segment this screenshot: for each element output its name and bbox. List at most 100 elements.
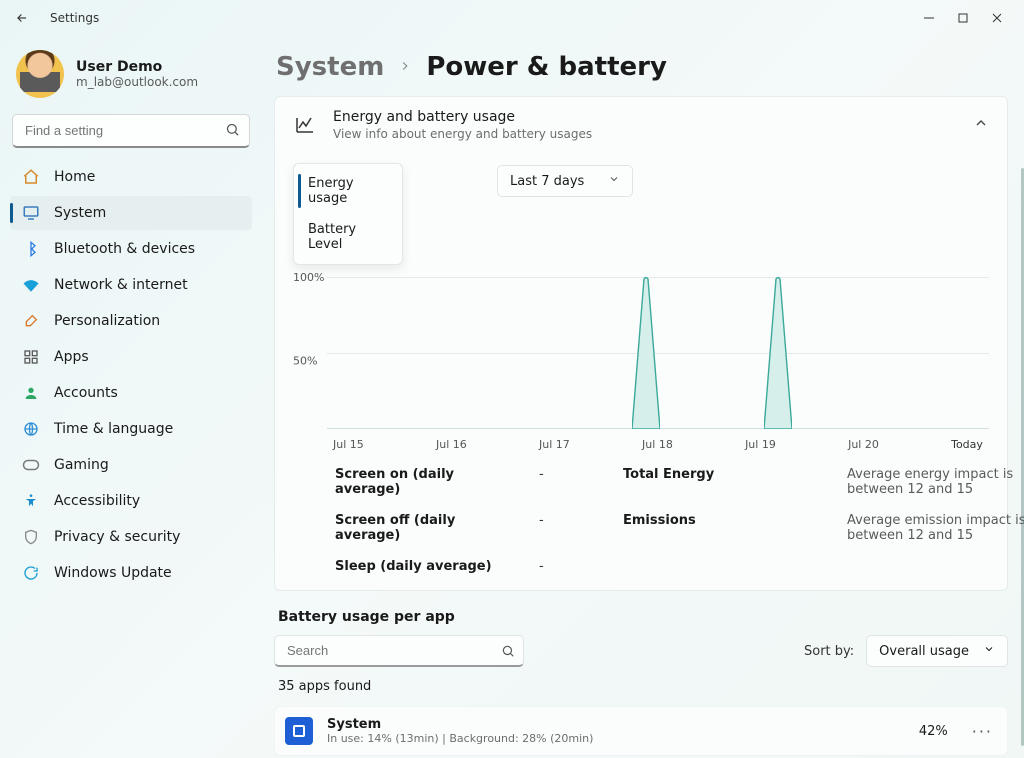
window-close-button[interactable] bbox=[980, 5, 1014, 31]
nav-item-personalization[interactable]: Personalization bbox=[10, 304, 252, 338]
content: System Power & battery Energy and batter… bbox=[262, 36, 1024, 758]
more-button[interactable]: ··· bbox=[968, 720, 997, 743]
titlebar: Settings bbox=[0, 0, 1024, 36]
chevron-down-icon bbox=[608, 173, 620, 189]
nav-item-network[interactable]: Network & internet bbox=[10, 268, 252, 302]
app-name: System bbox=[327, 717, 593, 732]
stat-screen-on-value: - bbox=[539, 467, 599, 497]
energy-panel-title: Energy and battery usage bbox=[333, 109, 592, 125]
stat-sleep-label: Sleep (daily average) bbox=[335, 559, 515, 574]
per-app-search[interactable] bbox=[274, 635, 524, 667]
paintbrush-icon bbox=[22, 312, 40, 330]
profile-block[interactable]: User Demo m_lab@outlook.com bbox=[10, 44, 252, 112]
system-icon bbox=[22, 204, 40, 222]
window-maximize-button[interactable] bbox=[946, 5, 980, 31]
settings-search[interactable] bbox=[12, 114, 250, 148]
nav: Home System Bluetooth & devices Network … bbox=[10, 160, 252, 590]
chart-plot bbox=[327, 277, 989, 429]
profile-email: m_lab@outlook.com bbox=[76, 75, 198, 89]
nav-item-system[interactable]: System bbox=[10, 196, 252, 230]
chevron-up-icon[interactable] bbox=[973, 115, 989, 135]
gamepad-icon bbox=[22, 456, 40, 474]
chart-tabs: Energy usage Battery Level bbox=[293, 163, 403, 265]
nav-label: Windows Update bbox=[54, 565, 172, 581]
avatar bbox=[16, 50, 64, 98]
bluetooth-icon bbox=[22, 240, 40, 258]
nav-item-gaming[interactable]: Gaming bbox=[10, 448, 252, 482]
nav-item-apps[interactable]: Apps bbox=[10, 340, 252, 374]
app-icon bbox=[285, 717, 313, 745]
nav-label: Apps bbox=[54, 349, 89, 365]
window-minimize-button[interactable] bbox=[912, 5, 946, 31]
x-axis: Jul 15 Jul 16 Jul 17 Jul 18 Jul 19 Jul 2… bbox=[327, 438, 989, 451]
energy-panel-header[interactable]: Energy and battery usage View info about… bbox=[275, 97, 1007, 153]
energy-panel: Energy and battery usage View info about… bbox=[274, 96, 1008, 591]
nav-label: Accounts bbox=[54, 385, 118, 401]
nav-label: Bluetooth & devices bbox=[54, 241, 195, 257]
nav-label: Personalization bbox=[54, 313, 160, 329]
search-icon bbox=[225, 122, 240, 141]
nav-label: Gaming bbox=[54, 457, 109, 473]
nav-item-bluetooth[interactable]: Bluetooth & devices bbox=[10, 232, 252, 266]
globe-icon bbox=[22, 420, 40, 438]
x-tick: Jul 18 bbox=[642, 438, 673, 451]
per-app-count: 35 apps found bbox=[278, 679, 1008, 694]
page-title: Power & battery bbox=[426, 52, 667, 82]
chart-line-icon bbox=[293, 113, 317, 137]
tab-energy-usage[interactable]: Energy usage bbox=[294, 168, 402, 214]
time-range-value: Last 7 days bbox=[510, 174, 584, 189]
search-input[interactable] bbox=[12, 114, 250, 148]
per-app-search-input[interactable] bbox=[274, 635, 524, 667]
energy-chart: 100% 50% Jul 15 bbox=[293, 271, 989, 451]
sidebar: User Demo m_lab@outlook.com Home System … bbox=[0, 36, 262, 758]
nav-item-windows-update[interactable]: Windows Update bbox=[10, 556, 252, 590]
accessibility-icon bbox=[22, 492, 40, 510]
x-tick: Today bbox=[951, 438, 983, 451]
nav-label: System bbox=[54, 205, 106, 221]
nav-item-accessibility[interactable]: Accessibility bbox=[10, 484, 252, 518]
chevron-right-icon bbox=[398, 58, 412, 77]
stat-screen-off-label: Screen off (daily average) bbox=[335, 513, 515, 543]
y-tick-50: 50% bbox=[293, 355, 317, 368]
update-icon bbox=[22, 564, 40, 582]
stat-total-energy-desc: Average energy impact is between 12 and … bbox=[847, 467, 1024, 497]
sort-dropdown[interactable]: Overall usage bbox=[866, 635, 1008, 667]
nav-label: Network & internet bbox=[54, 277, 188, 293]
x-tick: Jul 17 bbox=[539, 438, 570, 451]
stat-emissions-label: Emissions bbox=[623, 513, 823, 543]
x-tick: Jul 16 bbox=[436, 438, 467, 451]
nav-item-time-language[interactable]: Time & language bbox=[10, 412, 252, 446]
person-icon bbox=[22, 384, 40, 402]
nav-label: Privacy & security bbox=[54, 529, 180, 545]
breadcrumb: System Power & battery bbox=[276, 52, 1008, 82]
app-percent: 42% bbox=[919, 724, 948, 739]
per-app-section: Battery usage per app Sort by: Overall u… bbox=[274, 609, 1008, 756]
stat-emissions-desc: Average emission impact is between 12 an… bbox=[847, 513, 1024, 543]
y-tick-100: 100% bbox=[293, 271, 324, 284]
nav-item-privacy[interactable]: Privacy & security bbox=[10, 520, 252, 554]
app-detail: In use: 14% (13min) | Background: 28% (2… bbox=[327, 732, 593, 745]
profile-name: User Demo bbox=[76, 59, 198, 75]
search-icon bbox=[501, 643, 515, 662]
window-title: Settings bbox=[50, 11, 99, 25]
stat-screen-on-label: Screen on (daily average) bbox=[335, 467, 515, 497]
stat-screen-off-value: - bbox=[539, 513, 599, 543]
nav-item-accounts[interactable]: Accounts bbox=[10, 376, 252, 410]
nav-label: Accessibility bbox=[54, 493, 140, 509]
wifi-icon bbox=[22, 276, 40, 294]
home-icon bbox=[22, 168, 40, 186]
apps-icon bbox=[22, 348, 40, 366]
sort-value: Overall usage bbox=[879, 644, 969, 659]
back-button[interactable] bbox=[10, 6, 34, 30]
x-tick: Jul 19 bbox=[745, 438, 776, 451]
nav-label: Home bbox=[54, 169, 95, 185]
chevron-down-icon bbox=[983, 643, 995, 659]
nav-item-home[interactable]: Home bbox=[10, 160, 252, 194]
stat-sleep-value: - bbox=[539, 559, 599, 574]
app-row[interactable]: System In use: 14% (13min) | Background:… bbox=[274, 706, 1008, 756]
tab-battery-level[interactable]: Battery Level bbox=[294, 214, 402, 260]
energy-panel-subtitle: View info about energy and battery usage… bbox=[333, 127, 592, 141]
breadcrumb-root[interactable]: System bbox=[276, 52, 384, 82]
time-range-dropdown[interactable]: Last 7 days bbox=[497, 165, 633, 197]
chart-spike bbox=[764, 277, 792, 429]
